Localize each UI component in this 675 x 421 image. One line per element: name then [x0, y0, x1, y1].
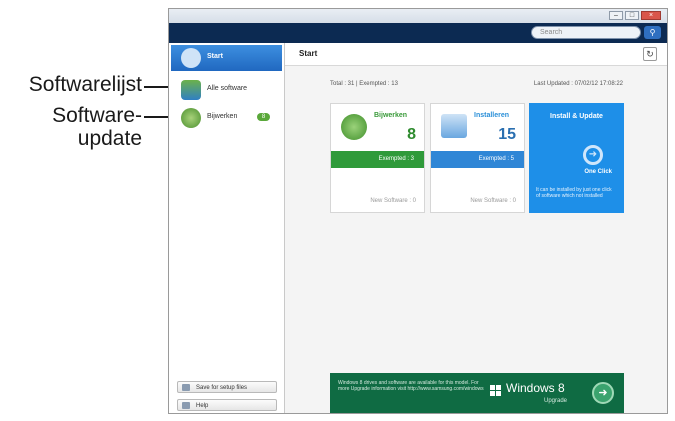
save-setup-files-label: Save for setup files [196, 385, 248, 391]
update-count-badge: 8 [257, 113, 270, 121]
sidebar-item-update[interactable]: Bijwerken 8 [171, 105, 282, 131]
software-list-icon [181, 80, 201, 100]
close-button[interactable]: × [641, 11, 661, 20]
total-summary: Total : 31 | Exempted : 13 [330, 81, 398, 87]
tile-name: Installeren [474, 112, 510, 119]
help-icon [182, 402, 190, 409]
last-updated: Last Updated : 07/02/12 17:08:22 [533, 81, 623, 87]
windows-logo-icon [490, 385, 502, 397]
sidebar-item-label: Alle software [207, 85, 248, 92]
top-bar: Search ⚲ [169, 23, 667, 43]
minimize-button[interactable]: – [609, 11, 623, 20]
callout-softwareupdate-1: Software- [52, 104, 142, 127]
install-icon [441, 114, 467, 138]
sidebar-item-start[interactable]: Start [171, 45, 282, 71]
search-input[interactable]: Search [531, 26, 641, 39]
install-update-title: Install & Update [550, 113, 603, 120]
install-update-tile[interactable]: Install & Update ➜ One Click It can be i… [529, 103, 624, 213]
update-icon [341, 114, 367, 140]
callout-softwareupdate-2: update [77, 127, 142, 150]
sidebar: Start Alle software Bijwerken 8 Save for… [169, 43, 285, 413]
help-label: Help [196, 403, 209, 409]
tile-count: 8 [407, 126, 416, 143]
install-update-desc: It can be installed by just one click of… [536, 187, 612, 199]
update-icon [181, 108, 201, 128]
home-icon [181, 48, 201, 68]
install-tile[interactable]: Installeren 15 Exempted : 5 New Software… [430, 103, 525, 213]
tile-exempted-bar: Exempted : 3 [331, 151, 424, 168]
arrow-right-icon[interactable]: ➜ [592, 382, 614, 404]
sidebar-item-all-software[interactable]: Alle software [171, 77, 282, 103]
banner-title: Windows 8 [506, 381, 565, 395]
update-tile[interactable]: Bijwerken 8 Exempted : 3 New Software : … [330, 103, 425, 213]
search-icon[interactable]: ⚲ [644, 26, 661, 39]
callout-softwarelist: Softwarelijst [28, 73, 142, 96]
refresh-icon[interactable]: ↻ [643, 47, 657, 61]
page-title: Start [299, 49, 318, 58]
tile-new-software: New Software : 0 [370, 198, 416, 204]
sidebar-item-label: Start [207, 53, 223, 60]
main-header: Start ↻ [285, 43, 667, 66]
tile-exempted-bar: Exempted : 5 [431, 151, 524, 168]
tile-count: 15 [498, 126, 516, 143]
banner-text: Windows 8 drives and software are availa… [338, 380, 484, 392]
sidebar-item-label: Bijwerken [207, 113, 238, 120]
app-window: – □ × Search ⚲ Start Alle software Bijwe… [168, 8, 668, 414]
maximize-button[interactable]: □ [625, 11, 639, 20]
save-setup-files-button[interactable]: Save for setup files [177, 381, 277, 393]
title-bar: – □ × [169, 9, 667, 23]
main-panel: Start ↻ Total : 31 | Exempted : 13 Last … [285, 43, 667, 413]
help-button[interactable]: Help [177, 399, 277, 411]
one-click-label: One Click [584, 169, 612, 175]
tile-new-software: New Software : 0 [470, 198, 516, 204]
windows8-upgrade-banner[interactable]: Windows 8 drives and software are availa… [330, 373, 624, 413]
tile-name: Bijwerken [374, 112, 408, 119]
save-icon [182, 384, 190, 391]
arrow-right-icon: ➜ [583, 145, 603, 165]
banner-subtitle: Upgrade [544, 398, 568, 404]
